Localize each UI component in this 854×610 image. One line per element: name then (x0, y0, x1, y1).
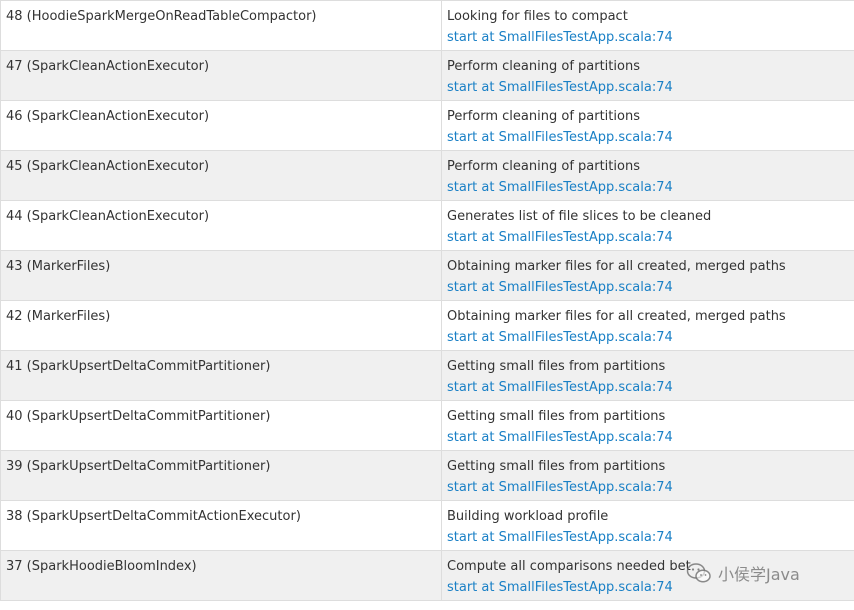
table-row: 42 (MarkerFiles) Obtaining marker files … (0, 300, 854, 351)
job-callsite-link[interactable]: start at SmallFilesTestApp.scala:74 (447, 427, 849, 448)
job-id-name-cell: 45 (SparkCleanActionExecutor) (0, 150, 442, 201)
job-callsite-link[interactable]: start at SmallFilesTestApp.scala:74 (447, 27, 849, 48)
job-description: Compute all comparisons needed bet (447, 559, 691, 574)
job-callsite-link[interactable]: start at SmallFilesTestApp.scala:74 (447, 77, 849, 98)
job-description: Building workload profile (447, 509, 609, 524)
job-description: Obtaining marker files for all created, … (447, 309, 786, 324)
job-id-name-cell: 43 (MarkerFiles) (0, 250, 442, 301)
table-row: 39 (SparkUpsertDeltaCommitPartitioner) G… (0, 450, 854, 501)
job-description: Generates list of file slices to be clea… (447, 209, 712, 224)
job-description: Perform cleaning of partitions (447, 159, 640, 174)
job-id-name-cell: 44 (SparkCleanActionExecutor) (0, 200, 442, 251)
job-description-cell: Obtaining marker files for all created, … (441, 300, 854, 351)
table-row: 38 (SparkUpsertDeltaCommitActionExecutor… (0, 500, 854, 551)
job-description-cell: Building workload profile start at Small… (441, 500, 854, 551)
job-description: Perform cleaning of partitions (447, 59, 640, 74)
job-description: Obtaining marker files for all created, … (447, 259, 786, 274)
job-description-cell: Getting small files from partitions star… (441, 350, 854, 401)
table-row: 47 (SparkCleanActionExecutor) Perform cl… (0, 50, 854, 101)
job-description-cell: Perform cleaning of partitions start at … (441, 50, 854, 101)
job-id-name-cell: 48 (HoodieSparkMergeOnReadTableCompactor… (0, 0, 442, 51)
job-callsite-link[interactable]: start at SmallFilesTestApp.scala:74 (447, 477, 849, 498)
table-row: 48 (HoodieSparkMergeOnReadTableCompactor… (0, 0, 854, 51)
job-description: Getting small files from partitions (447, 359, 666, 374)
jobs-table-body: 48 (HoodieSparkMergeOnReadTableCompactor… (0, 0, 854, 601)
jobs-table: 48 (HoodieSparkMergeOnReadTableCompactor… (0, 0, 854, 601)
job-id-name-cell: 46 (SparkCleanActionExecutor) (0, 100, 442, 151)
job-id-name-cell: 47 (SparkCleanActionExecutor) (0, 50, 442, 101)
job-description-cell: Getting small files from partitions star… (441, 450, 854, 501)
table-row: 43 (MarkerFiles) Obtaining marker files … (0, 250, 854, 301)
table-row: 46 (SparkCleanActionExecutor) Perform cl… (0, 100, 854, 151)
job-callsite-link[interactable]: start at SmallFilesTestApp.scala:74 (447, 527, 849, 548)
job-id-name-cell: 41 (SparkUpsertDeltaCommitPartitioner) (0, 350, 442, 401)
job-callsite-link[interactable]: start at SmallFilesTestApp.scala:74 (447, 327, 849, 348)
job-callsite-link[interactable]: start at SmallFilesTestApp.scala:74 (447, 177, 849, 198)
table-row: 45 (SparkCleanActionExecutor) Perform cl… (0, 150, 854, 201)
job-description-cell: Compute all comparisons needed bet start… (441, 550, 854, 601)
job-callsite-link[interactable]: start at SmallFilesTestApp.scala:74 (447, 127, 849, 148)
job-callsite-link[interactable]: start at SmallFilesTestApp.scala:74 (447, 277, 849, 298)
job-description: Getting small files from partitions (447, 459, 666, 474)
job-description-cell: Looking for files to compact start at Sm… (441, 0, 854, 51)
job-description: Perform cleaning of partitions (447, 109, 640, 124)
job-callsite-link[interactable]: start at SmallFilesTestApp.scala:74 (447, 377, 849, 398)
job-id-name-cell: 42 (MarkerFiles) (0, 300, 442, 351)
job-id-name-cell: 38 (SparkUpsertDeltaCommitActionExecutor… (0, 500, 442, 551)
job-callsite-link[interactable]: start at SmallFilesTestApp.scala:74 (447, 227, 849, 248)
job-description-cell: Perform cleaning of partitions start at … (441, 150, 854, 201)
job-description: Getting small files from partitions (447, 409, 666, 424)
job-description-cell: Getting small files from partitions star… (441, 400, 854, 451)
job-description-cell: Generates list of file slices to be clea… (441, 200, 854, 251)
job-description-cell: Obtaining marker files for all created, … (441, 250, 854, 301)
job-id-name-cell: 39 (SparkUpsertDeltaCommitPartitioner) (0, 450, 442, 501)
job-description: Looking for files to compact (447, 9, 628, 24)
job-callsite-link[interactable]: start at SmallFilesTestApp.scala:74 (447, 577, 849, 598)
job-id-name-cell: 40 (SparkUpsertDeltaCommitPartitioner) (0, 400, 442, 451)
table-row: 41 (SparkUpsertDeltaCommitPartitioner) G… (0, 350, 854, 401)
table-row: 44 (SparkCleanActionExecutor) Generates … (0, 200, 854, 251)
job-description-cell: Perform cleaning of partitions start at … (441, 100, 854, 151)
table-row: 40 (SparkUpsertDeltaCommitPartitioner) G… (0, 400, 854, 451)
job-id-name-cell: 37 (SparkHoodieBloomIndex) (0, 550, 442, 601)
table-row: 37 (SparkHoodieBloomIndex) Compute all c… (0, 550, 854, 601)
